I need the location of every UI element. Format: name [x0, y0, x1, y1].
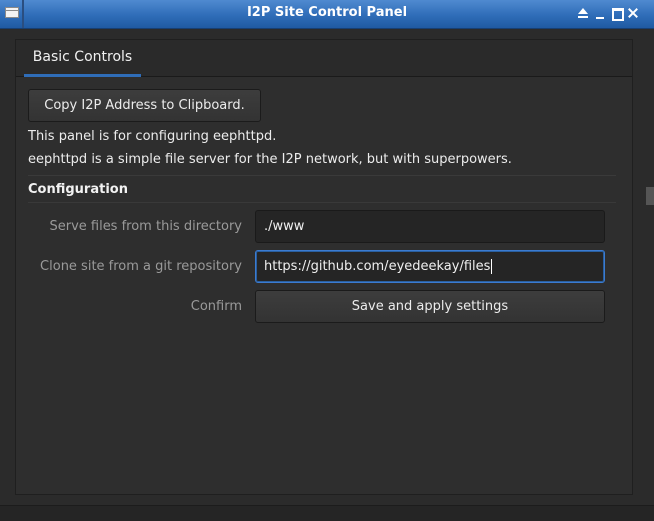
serve-dir-label: Serve files from this directory — [49, 219, 242, 234]
active-tab-indicator — [24, 74, 141, 77]
tab-widget: Basic Controls Copy I2P Address to Clipb… — [15, 39, 633, 495]
title-bar[interactable]: I2P Site Control Panel — [0, 0, 654, 29]
serve-dir-input[interactable]: ./www — [255, 210, 605, 243]
tab-label: Basic Controls — [32, 49, 133, 65]
save-apply-button[interactable]: Save and apply settings — [255, 290, 605, 323]
close-icon[interactable] — [626, 5, 640, 21]
text-caret — [491, 259, 493, 274]
tab-bar: Basic Controls — [16, 40, 632, 77]
serve-dir-value: ./www — [264, 219, 305, 234]
info-text-2: eephttpd is a simple file server for the… — [28, 152, 512, 167]
confirm-label: Confirm — [190, 299, 242, 314]
section-title: Configuration — [28, 182, 128, 197]
git-repo-label: Clone site from a git repository — [40, 259, 242, 274]
section-divider — [28, 202, 616, 203]
right-edge-marker — [646, 187, 654, 205]
bottom-border — [0, 505, 654, 521]
tab-basic-controls[interactable]: Basic Controls — [24, 40, 141, 77]
copy-address-button[interactable]: Copy I2P Address to Clipboard. — [28, 89, 261, 122]
maximize-icon[interactable] — [610, 5, 624, 21]
git-repo-input[interactable]: https://github.com/eyedeekay/files — [255, 250, 605, 283]
info-text-1: This panel is for configuring eephttpd. — [28, 129, 277, 144]
divider — [28, 175, 616, 176]
window-client-area: Basic Controls Copy I2P Address to Clipb… — [0, 29, 654, 520]
minimize-icon[interactable] — [593, 5, 607, 21]
window-title: I2P Site Control Panel — [246, 5, 408, 20]
shade-icon[interactable] — [576, 5, 590, 21]
git-repo-value: https://github.com/eyedeekay/files — [264, 259, 491, 274]
